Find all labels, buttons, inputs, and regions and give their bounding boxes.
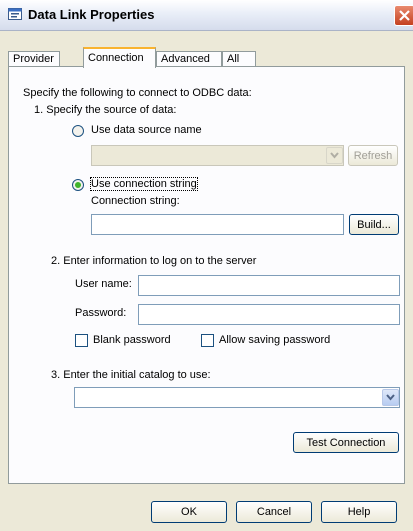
cancel-button[interactable]: Cancel — [236, 501, 312, 523]
user-name-label: User name: — [75, 278, 132, 290]
use-dsn-radio[interactable] — [72, 125, 84, 137]
use-conn-string-radio[interactable] — [72, 179, 84, 191]
step1-label: 1. Specify the source of data: — [34, 104, 177, 116]
close-icon — [399, 10, 410, 21]
tab-advanced[interactable]: Advanced — [156, 51, 222, 67]
tab-connection[interactable]: Connection — [83, 47, 156, 68]
title-bar[interactable]: Data Link Properties — [0, 0, 413, 31]
chevron-down-icon — [386, 394, 395, 401]
chevron-down-icon — [330, 152, 339, 159]
tab-all[interactable]: All — [222, 51, 256, 67]
dsn-dropdown-button[interactable] — [326, 147, 343, 164]
catalog-select[interactable] — [74, 387, 400, 408]
help-button[interactable]: Help — [321, 501, 397, 523]
dsn-select[interactable] — [91, 145, 344, 166]
close-button[interactable] — [394, 5, 413, 26]
blank-password-label[interactable]: Blank password — [93, 334, 171, 346]
allow-saving-label[interactable]: Allow saving password — [219, 334, 330, 346]
database-link-icon — [8, 8, 22, 20]
ok-button[interactable]: OK — [151, 501, 227, 523]
allow-saving-checkbox[interactable] — [201, 334, 214, 347]
use-dsn-label[interactable]: Use data source name — [91, 124, 202, 136]
tab-provider[interactable]: Provider — [8, 51, 60, 67]
user-name-field[interactable] — [138, 275, 400, 296]
blank-password-checkbox[interactable] — [75, 334, 88, 347]
conn-string-label: Connection string: — [91, 195, 180, 207]
refresh-button[interactable]: Refresh — [348, 145, 398, 166]
catalog-dropdown-button[interactable] — [382, 389, 399, 406]
step2-label: 2. Enter information to log on to the se… — [51, 255, 257, 267]
intro-label: Specify the following to connect to ODBC… — [23, 87, 252, 99]
password-field[interactable] — [138, 304, 400, 325]
use-conn-string-label[interactable]: Use connection string — [90, 177, 198, 191]
password-label: Password: — [75, 307, 127, 319]
build-button[interactable]: Build... — [349, 214, 399, 235]
connection-panel: Specify the following to connect to ODBC… — [8, 66, 405, 484]
window-title: Data Link Properties — [28, 7, 155, 22]
conn-string-field[interactable] — [91, 214, 344, 235]
test-connection-button[interactable]: Test Connection — [293, 432, 399, 453]
step3-label: 3. Enter the initial catalog to use: — [51, 369, 211, 381]
